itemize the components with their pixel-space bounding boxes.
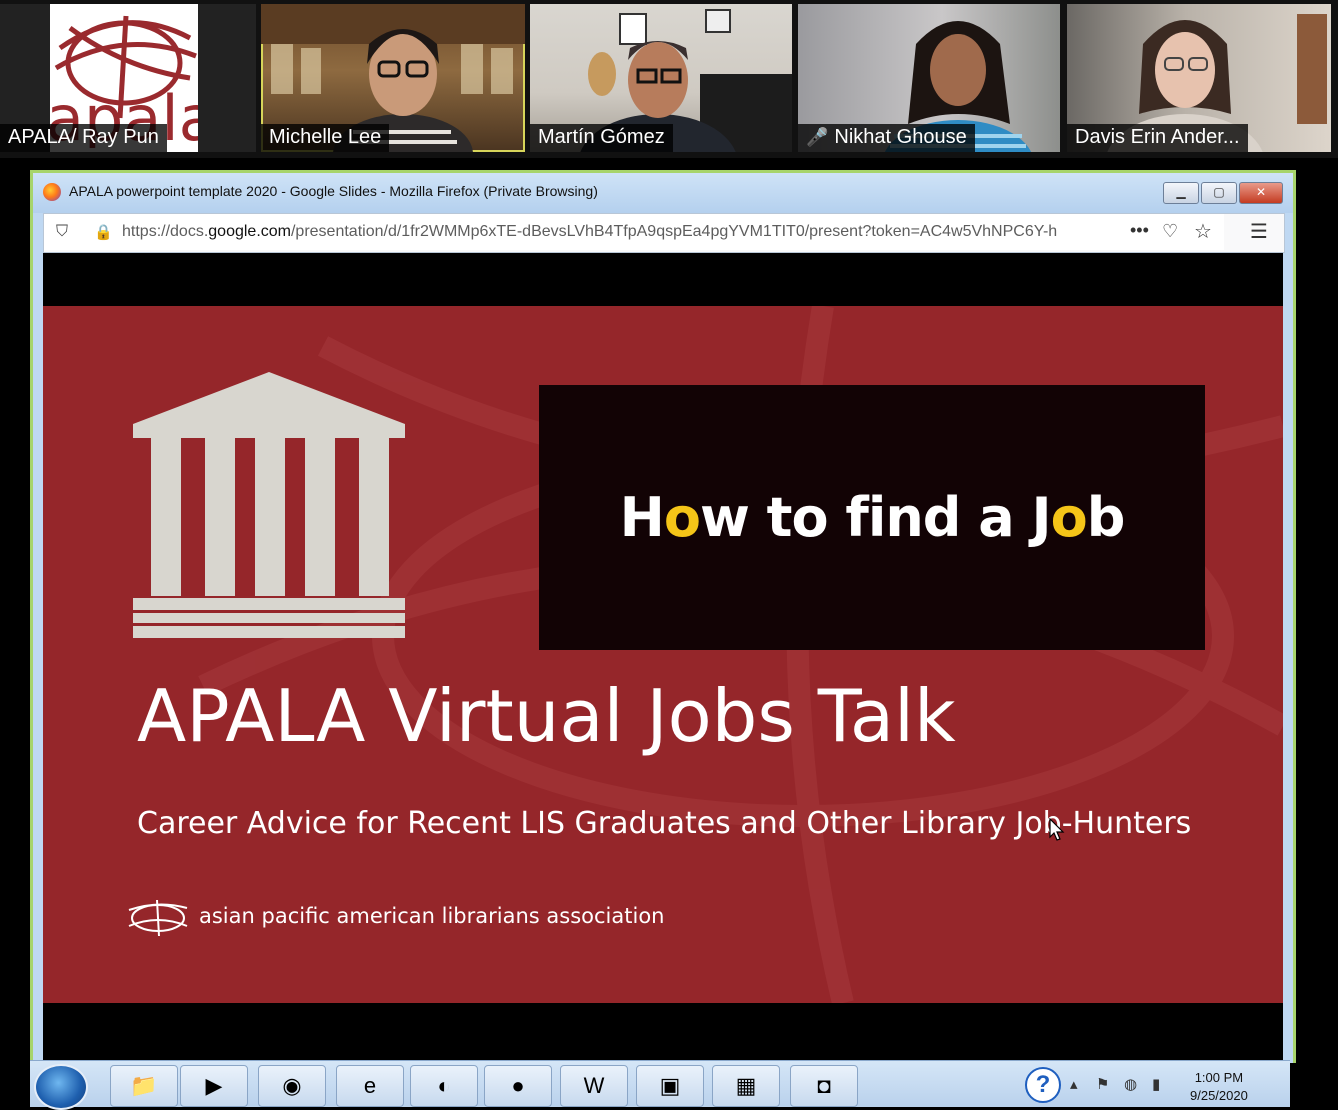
clock-time: 1:00 PM [1194, 1070, 1244, 1085]
explorer-icon[interactable]: 📁 [110, 1065, 178, 1107]
navigation-toolbar: ⛉ 🔒 https://docs.google.com/presentation… [43, 213, 1285, 253]
internet-explorer-icon[interactable]: e [336, 1065, 404, 1107]
network-icon[interactable]: ◍ [1124, 1075, 1137, 1093]
clock-date: 9/25/2020 [1190, 1088, 1248, 1103]
participant-strip: apala APALA/ Ray Pun Michelle Lee Martín… [0, 0, 1338, 158]
muted-microphone-icon: 🎤 [806, 127, 829, 147]
system-clock[interactable]: 1:00 PM 9/25/2020 [1190, 1069, 1248, 1105]
help-icon[interactable]: ? [1025, 1067, 1061, 1103]
minimize-button[interactable]: ▁ [1163, 182, 1199, 204]
slide[interactable]: How to find a Job APALA Virtual Jobs Tal… [43, 306, 1283, 1003]
windows-taskbar: 📁 ▶ ◉ e ◐ ● W ▣ ▦ ◘ ? ▴ ⚑ ◍ ▮ 1:00 PM 9/… [30, 1060, 1290, 1110]
participant-name: Martín Gómez [530, 124, 673, 152]
window-titlebar[interactable]: APALA powerpoint template 2020 - Google … [33, 173, 1293, 213]
hamburger-menu-icon[interactable]: ☰ [1250, 219, 1268, 244]
photos-icon[interactable]: ▣ [636, 1065, 704, 1107]
control-panel-icon[interactable]: ▦ [712, 1065, 780, 1107]
show-hidden-icons-icon[interactable]: ▴ [1070, 1075, 1078, 1093]
participant-tile-michelle-lee[interactable]: Michelle Lee [261, 4, 525, 152]
close-button[interactable]: ✕ [1239, 182, 1283, 204]
lock-icon[interactable]: 🔒 [94, 223, 113, 241]
organization-name: asian pacific american librarians associ… [199, 904, 665, 928]
job-banner: How to find a Job [539, 385, 1205, 650]
participant-tile-martin-gomez[interactable]: Martín Gómez [530, 4, 792, 152]
slide-subtitle: Career Advice for Recent LIS Graduates a… [137, 806, 1192, 841]
page-actions-button[interactable]: ••• [1130, 220, 1149, 241]
participant-tile-davis-erin[interactable]: Davis Erin Ander... [1067, 4, 1331, 152]
slide-title: APALA Virtual Jobs Talk [137, 674, 956, 758]
firefox-logo-icon [43, 183, 61, 201]
banner-title: How to find a Job [619, 486, 1126, 549]
url-text[interactable]: https://docs.google.com/presentation/d/1… [122, 223, 1122, 241]
participant-tile-nikhat-ghouse[interactable]: 🎤 Nikhat Ghouse [798, 4, 1060, 152]
media-player-icon[interactable]: ▶ [180, 1065, 248, 1107]
participant-name: APALA/ Ray Pun [0, 124, 167, 152]
participant-tile-ray-pun[interactable]: apala APALA/ Ray Pun [0, 4, 256, 152]
bookmark-star-icon[interactable]: ☆ [1194, 219, 1212, 244]
start-button[interactable] [34, 1064, 88, 1110]
power-icon[interactable]: ▮ [1152, 1075, 1160, 1093]
magnifier-icon: o [663, 486, 701, 549]
word-icon[interactable]: W [560, 1065, 628, 1107]
participant-name: Davis Erin Ander... [1067, 124, 1248, 152]
mouse-cursor-icon [1049, 818, 1065, 841]
tracking-shield-icon[interactable]: ⛉ [56, 223, 68, 241]
firefox-window: APALA powerpoint template 2020 - Google … [30, 170, 1296, 1063]
edge-icon[interactable]: ◐ [410, 1065, 478, 1107]
firefox-icon[interactable]: ● [484, 1065, 552, 1107]
action-center-flag-icon[interactable]: ⚑ [1096, 1075, 1109, 1093]
zoom-icon[interactable]: ◘ [790, 1065, 858, 1107]
chrome-icon[interactable]: ◉ [258, 1065, 326, 1107]
gear-icon: o [1050, 486, 1088, 549]
window-title: APALA powerpoint template 2020 - Google … [69, 183, 598, 199]
apala-logo-icon [128, 899, 188, 937]
pocket-icon[interactable]: ♡ [1162, 221, 1178, 242]
address-bar[interactable]: ⛉ 🔒 https://docs.google.com/presentation… [44, 214, 1224, 250]
library-building-icon [133, 372, 405, 638]
maximize-button[interactable]: ▢ [1201, 182, 1237, 204]
participant-name: Michelle Lee [261, 124, 390, 152]
participant-name: 🎤 Nikhat Ghouse [798, 124, 975, 152]
